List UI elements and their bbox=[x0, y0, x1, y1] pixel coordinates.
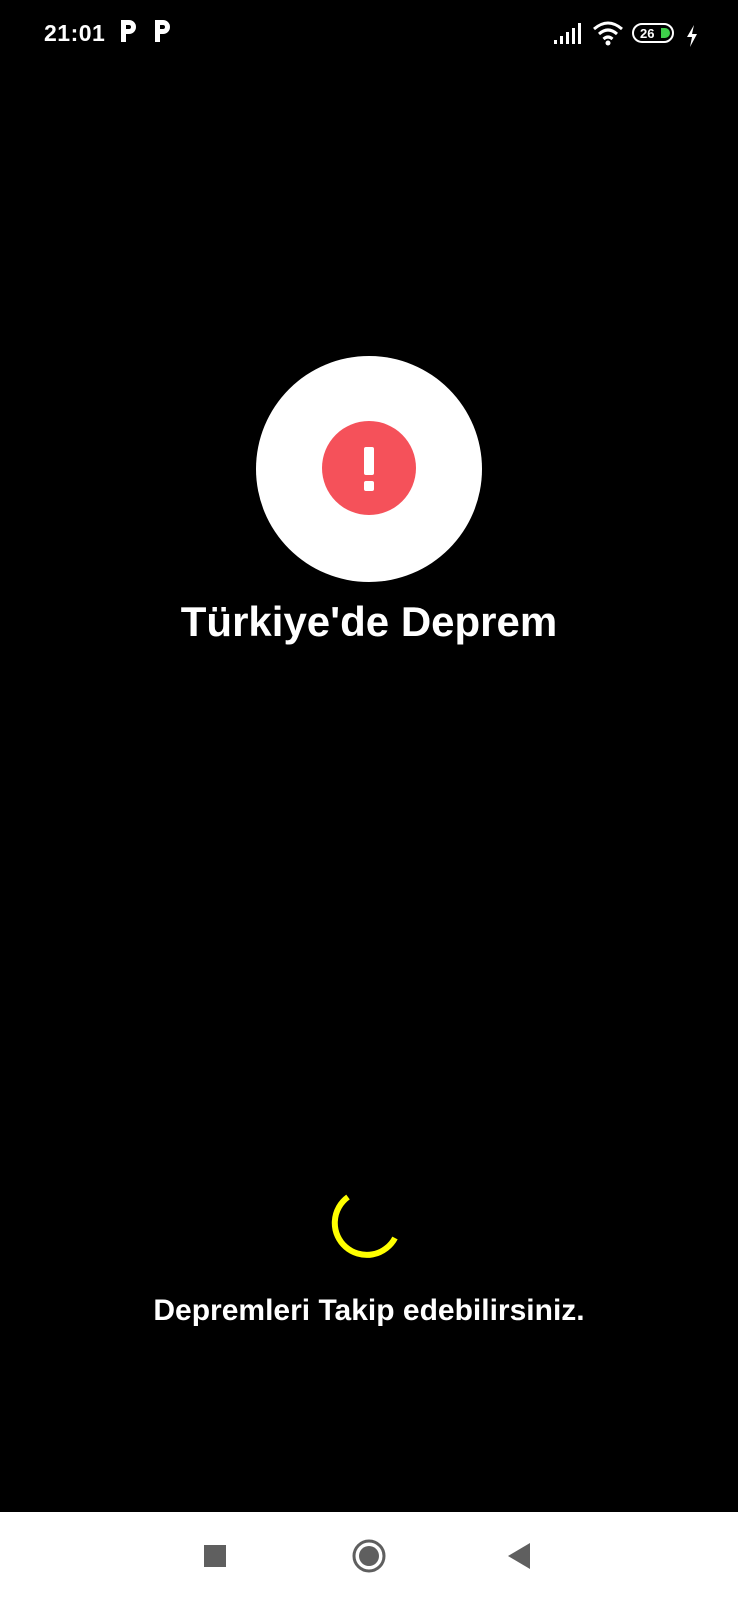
parking-app-icon bbox=[121, 20, 136, 42]
status-time: 21:01 bbox=[44, 20, 106, 46]
battery-indicator: 26 bbox=[632, 23, 674, 43]
app-logo bbox=[256, 356, 482, 582]
battery-level: 26 bbox=[640, 25, 655, 41]
back-button[interactable] bbox=[474, 1512, 564, 1600]
signal-bars-icon bbox=[554, 23, 581, 44]
wifi-icon bbox=[593, 21, 623, 46]
app-title: Türkiye'de Deprem bbox=[180, 598, 558, 645]
home-circle-icon bbox=[352, 1539, 386, 1573]
recents-button[interactable] bbox=[170, 1512, 260, 1600]
recents-square-icon bbox=[204, 1545, 226, 1567]
home-button[interactable] bbox=[324, 1512, 414, 1600]
battery-fill bbox=[661, 28, 670, 38]
back-triangle-icon bbox=[508, 1543, 530, 1569]
system-nav-bar bbox=[0, 1512, 738, 1600]
loading-spinner bbox=[331, 1194, 398, 1258]
status-bar: 21:01 26 bbox=[0, 0, 738, 68]
charging-bolt-icon bbox=[687, 25, 697, 47]
splash-screen: 21:01 26 Türkiye'de Deprem Depremleri Ta… bbox=[0, 0, 738, 1600]
loading-message: Depremleri Takip edebilirsiniz. bbox=[153, 1294, 585, 1327]
alert-exclamation-icon bbox=[322, 421, 416, 515]
parking-app-icon bbox=[155, 20, 170, 42]
